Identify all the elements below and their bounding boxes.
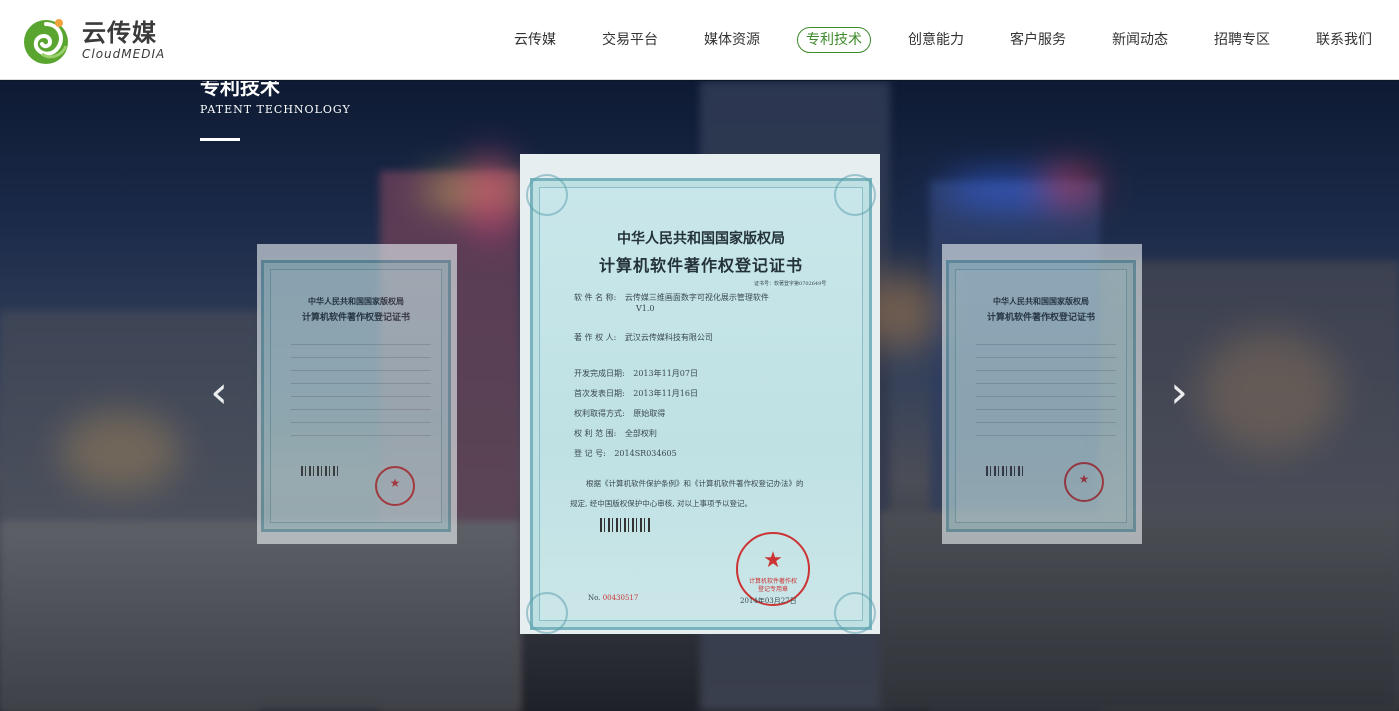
ornament-corner-icon	[526, 592, 568, 634]
ornament-corner-icon	[834, 174, 876, 216]
row-value: V1.0	[636, 304, 655, 313]
stamp-text: 登记专用章	[757, 586, 788, 593]
ornament-corner-icon	[526, 174, 568, 216]
certificate-row: 软 件 名 称: 云传媒三维画面数字可视化展示管理软件	[574, 292, 769, 303]
nav-item-patent-technology[interactable]: 专利技术	[797, 27, 871, 53]
certificate-title: 计算机软件著作权登记证书	[301, 313, 410, 323]
certificate-slide-prev[interactable]: 中华人民共和国国家版权局 计算机软件著作权登记证书 ★	[257, 244, 457, 544]
stamp-star-icon: ★	[389, 476, 401, 490]
section-title-cn: 专利技术	[200, 81, 280, 99]
certificate-number: 证书号：软著登字第0702649号	[754, 280, 826, 287]
section-heading: 专利技术 PATENT TECHNOLOGY	[200, 81, 351, 141]
certificate-date: 2014年03月27日	[740, 597, 797, 605]
row-value: 2013年11月16日	[633, 389, 698, 398]
nav-item-trading-platform[interactable]: 交易平台	[593, 27, 667, 53]
nav-item-news[interactable]: 新闻动态	[1103, 27, 1177, 53]
certificate-barcode	[986, 466, 1026, 476]
ornament-corner-icon	[834, 592, 876, 634]
stamp-star-icon: ★	[1078, 472, 1090, 486]
row-value: 全部权利	[624, 429, 657, 438]
row-label: 首次发表日期:	[574, 389, 625, 398]
row-value: 原始取得	[633, 409, 666, 418]
cloud-spiral-logo-icon	[24, 19, 68, 64]
certificate-authority: 中华人民共和国国家版权局	[993, 296, 1089, 306]
city-light	[1040, 166, 1100, 206]
patent-hero-section: 专利技术 PATENT TECHNOLOGY 中华人民共和国国家版权局 计算机软…	[0, 81, 1399, 711]
row-label: 著 作 权 人:	[574, 333, 617, 342]
logo-text: 云传媒 CloudMEDIA	[82, 18, 166, 62]
nav-item-home[interactable]: 云传媒	[505, 27, 565, 53]
certificate-row: 著 作 权 人: 武汉云传媒科技有限公司	[574, 332, 713, 343]
row-value: 云传媒三维画面数字可视化展示管理软件	[624, 293, 769, 302]
section-title-en: PATENT TECHNOLOGY	[200, 103, 351, 116]
stamp-star-icon: ★	[763, 548, 783, 573]
certificate-lines	[291, 334, 431, 444]
logo-name-cn: 云传媒	[82, 18, 157, 47]
row-value: 武汉云传媒科技有限公司	[624, 333, 713, 342]
nav-item-creative-ability[interactable]: 创意能力	[899, 27, 973, 53]
certificate-row: V1.0	[636, 304, 655, 313]
row-label: 开发完成日期:	[574, 369, 625, 378]
row-value: 2014SR034605	[614, 449, 677, 458]
certificate-row: 登 记 号: 2014SR034605	[574, 448, 677, 459]
row-label: 权 利 范 围:	[574, 429, 617, 438]
certificate-row: 开发完成日期: 2013年11月07日	[574, 368, 698, 379]
nav-item-media-resources[interactable]: 媒体资源	[695, 27, 769, 53]
certificate-serial: No. 00430517	[588, 594, 638, 602]
certificate-number-label: 证书号：	[754, 281, 775, 287]
certificate-barcode	[301, 466, 341, 476]
site-header: 云传媒 CloudMEDIA 云传媒 交易平台 媒体资源 专利技术 创意能力 客…	[0, 0, 1399, 80]
certificate-number-value: 软著登字第0702649号	[774, 281, 827, 287]
site-logo[interactable]: 云传媒 CloudMEDIA	[20, 12, 190, 68]
row-value: 2013年11月07日	[633, 369, 698, 378]
carousel-prev-arrow-icon[interactable]: ‹	[204, 371, 234, 415]
certificate-authority: 中华人民共和国国家版权局	[617, 231, 785, 247]
city-light	[1200, 331, 1340, 451]
main-nav: 云传媒 交易平台 媒体资源 专利技术 创意能力 客户服务 新闻动态 招聘专区 联…	[505, 27, 1399, 53]
certificate-lines	[976, 334, 1116, 444]
certificate-authority: 中华人民共和国国家版权局	[308, 296, 404, 306]
certificate-row: 首次发表日期: 2013年11月16日	[574, 388, 698, 399]
row-label: 软 件 名 称:	[574, 293, 617, 302]
certificate-basis-line: 根据《计算机软件保护条例》和《计算机软件著作权登记办法》的	[586, 479, 804, 488]
section-title-underline	[200, 138, 240, 141]
certificate-row: 权利取得方式: 原始取得	[574, 408, 665, 419]
serial-value: 00430517	[602, 594, 639, 602]
logo-name-en: CloudMEDIA	[82, 47, 166, 61]
city-light	[60, 411, 180, 491]
city-light	[470, 151, 510, 241]
nav-item-recruitment[interactable]: 招聘专区	[1205, 27, 1279, 53]
certificate-basis-line: 规定, 经中国版权保护中心审核, 对以上事项予以登记。	[570, 499, 753, 508]
serial-label: No.	[588, 594, 601, 602]
certificate-row: 权 利 范 围: 全部权利	[574, 428, 657, 439]
certificate-title: 计算机软件著作权登记证书	[986, 313, 1095, 323]
certificate-slide-current[interactable]: 中华人民共和国国家版权局 计算机软件著作权登记证书 证书号：软著登字第07026…	[520, 154, 880, 634]
certificate-barcode	[600, 518, 650, 532]
carousel-next-arrow-icon[interactable]: ›	[1164, 371, 1194, 415]
nav-item-contact-us[interactable]: 联系我们	[1307, 27, 1381, 53]
nav-item-customer-service[interactable]: 客户服务	[1001, 27, 1075, 53]
certificate-title: 计算机软件著作权登记证书	[598, 256, 803, 275]
row-label: 登 记 号:	[574, 449, 606, 458]
row-label: 权利取得方式:	[574, 409, 625, 418]
certificate-slide-next[interactable]: 中华人民共和国国家版权局 计算机软件著作权登记证书 ★	[942, 244, 1142, 544]
